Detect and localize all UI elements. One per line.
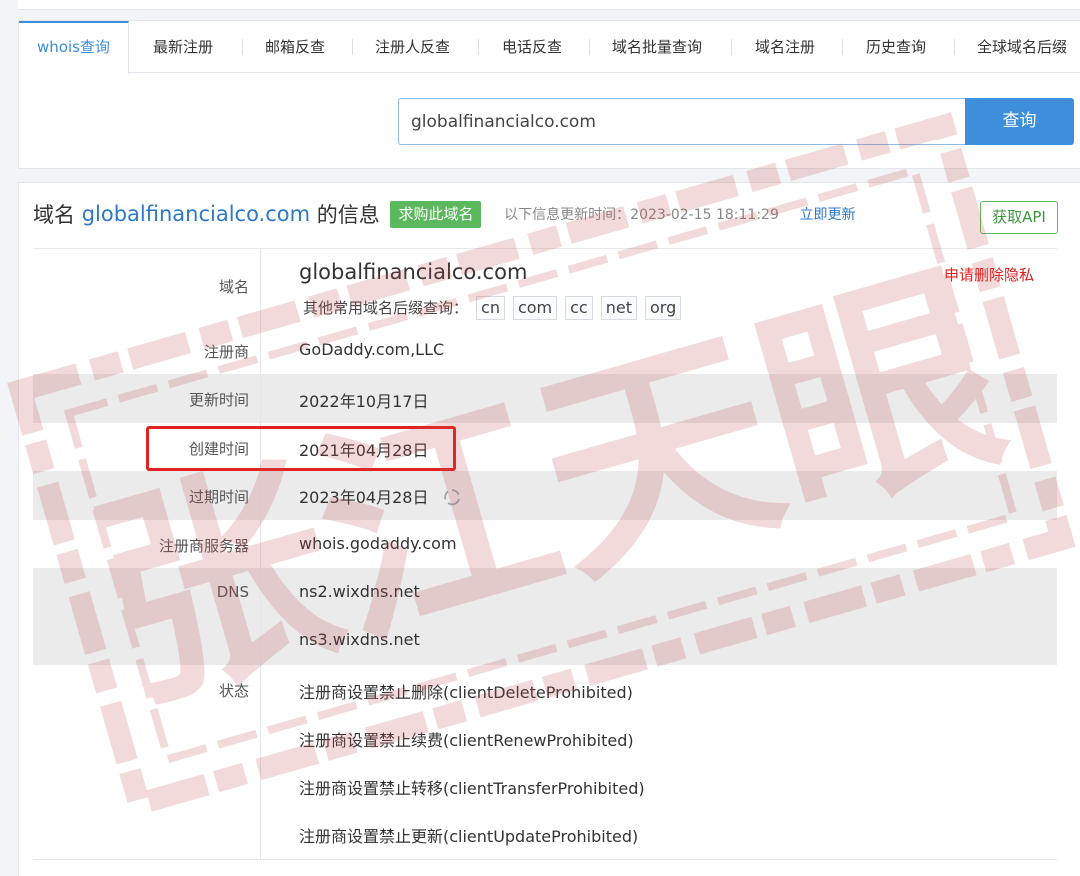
heading-suffix: 的信息 bbox=[316, 203, 380, 227]
domain-search-input[interactable] bbox=[398, 98, 966, 145]
dns-value: ns3.wixdns.net bbox=[299, 630, 420, 649]
tab-whois[interactable]: whois查询 bbox=[19, 21, 129, 74]
created-date-highlight-box bbox=[146, 426, 456, 471]
tab-latest-registered[interactable]: 最新注册 bbox=[153, 21, 213, 73]
tab-phone-reverse[interactable]: 电话反查 bbox=[502, 21, 562, 73]
table-row-registrar-server: 注册商服务器 whois.godaddy.com bbox=[33, 520, 1057, 568]
update-now-link[interactable]: 立即更新 bbox=[800, 207, 856, 223]
heading-prefix: 域名 bbox=[33, 203, 75, 227]
table-row-dns: DNS ns2.wixdns.net ns3.wixdns.net bbox=[33, 568, 1057, 665]
status-value: 注册商设置禁止转移(clientTransferProhibited) bbox=[299, 779, 645, 798]
table-row-status: 状态 注册商设置禁止删除(clientDeleteProhibited) 注册商… bbox=[33, 665, 1057, 858]
dns-value: ns2.wixdns.net bbox=[299, 582, 420, 601]
tab-separator bbox=[352, 39, 353, 55]
label-domain: 域名 bbox=[218, 278, 249, 296]
tab-separator bbox=[478, 39, 479, 55]
table-row-domain: 域名 globalfinancialco.com 申请删除隐私 其他常用域名后缀… bbox=[33, 249, 1057, 326]
registrar-server-value: whois.godaddy.com bbox=[299, 534, 457, 553]
table-column-divider bbox=[260, 248, 261, 859]
registrar-value: GoDaddy.com,LLC bbox=[299, 340, 445, 359]
label-registrar-server: 注册商服务器 bbox=[158, 537, 249, 555]
suffix-query-label: 其他常用域名后缀查询： bbox=[303, 299, 469, 317]
tab-bulk-query[interactable]: 域名批量查询 bbox=[612, 21, 702, 73]
suffix-net-link[interactable]: net bbox=[600, 296, 637, 320]
label-dns: DNS bbox=[216, 583, 249, 601]
table-bottom-border bbox=[33, 859, 1057, 860]
query-button[interactable]: 查询 bbox=[965, 98, 1074, 145]
table-row-updated: 更新时间 2022年10月17日 bbox=[33, 374, 1057, 423]
top-strip bbox=[18, 0, 1080, 10]
table-row-registrar: 注册商 GoDaddy.com,LLC bbox=[33, 326, 1057, 374]
domain-value: globalfinancialco.com bbox=[299, 260, 528, 284]
update-time-note: 以下信息更新时间：2023-02-15 18:11:29 bbox=[504, 207, 779, 223]
label-expires: 过期时间 bbox=[188, 488, 249, 506]
tab-bar: whois查询 最新注册 邮箱反查 注册人反查 电话反查 域名批量查询 域名注册… bbox=[19, 21, 1080, 74]
suffix-cc-link[interactable]: cc bbox=[565, 296, 593, 320]
expires-value-group: 2023年04月28日 bbox=[299, 484, 462, 511]
label-registrar: 注册商 bbox=[203, 343, 249, 361]
tab-separator bbox=[242, 39, 243, 55]
suffix-query-line: 其他常用域名后缀查询： cn com cc net org bbox=[303, 296, 682, 320]
updated-value: 2022年10月17日 bbox=[299, 392, 429, 411]
status-value: 注册商设置禁止续费(clientRenewProhibited) bbox=[299, 731, 634, 750]
suffix-org-link[interactable]: org bbox=[644, 296, 682, 320]
whois-table: 域名 globalfinancialco.com 申请删除隐私 其他常用域名后缀… bbox=[33, 248, 1057, 858]
label-status: 状态 bbox=[218, 682, 249, 700]
refresh-icon[interactable] bbox=[442, 487, 462, 511]
table-row-expires: 过期时间 2023年04月28日 bbox=[33, 471, 1057, 520]
expires-value: 2023年04月28日 bbox=[299, 488, 429, 507]
tab-separator bbox=[842, 39, 843, 55]
suffix-cn-link[interactable]: cn bbox=[476, 296, 505, 320]
info-heading: 域名 globalfinancialco.com 的信息 求购此域名 以下信息更… bbox=[33, 199, 856, 229]
search-card: whois查询 最新注册 邮箱反查 注册人反查 电话反查 域名批量查询 域名注册… bbox=[18, 20, 1080, 169]
buy-domain-button[interactable]: 求购此域名 bbox=[390, 200, 482, 228]
label-updated: 更新时间 bbox=[188, 391, 249, 409]
whois-info-card: 域名 globalfinancialco.com 的信息 求购此域名 以下信息更… bbox=[18, 182, 1080, 876]
tab-history[interactable]: 历史查询 bbox=[866, 21, 926, 73]
tab-separator bbox=[589, 39, 590, 55]
get-api-button[interactable]: 获取API bbox=[980, 201, 1058, 234]
tab-email-reverse[interactable]: 邮箱反查 bbox=[265, 21, 325, 73]
tab-separator bbox=[954, 39, 955, 55]
tab-domain-register[interactable]: 域名注册 bbox=[755, 21, 815, 73]
status-value: 注册商设置禁止更新(clientUpdateProhibited) bbox=[299, 827, 639, 846]
status-value: 注册商设置禁止删除(clientDeleteProhibited) bbox=[299, 683, 633, 702]
heading-domain-link[interactable]: globalfinancialco.com bbox=[82, 202, 310, 226]
tab-registrant-reverse[interactable]: 注册人反查 bbox=[375, 21, 450, 73]
suffix-com-link[interactable]: com bbox=[512, 296, 558, 320]
tab-separator bbox=[731, 39, 732, 55]
tab-global-suffix[interactable]: 全球域名后缀 bbox=[977, 21, 1067, 73]
privacy-removal-link[interactable]: 申请删除隐私 bbox=[944, 264, 1034, 285]
